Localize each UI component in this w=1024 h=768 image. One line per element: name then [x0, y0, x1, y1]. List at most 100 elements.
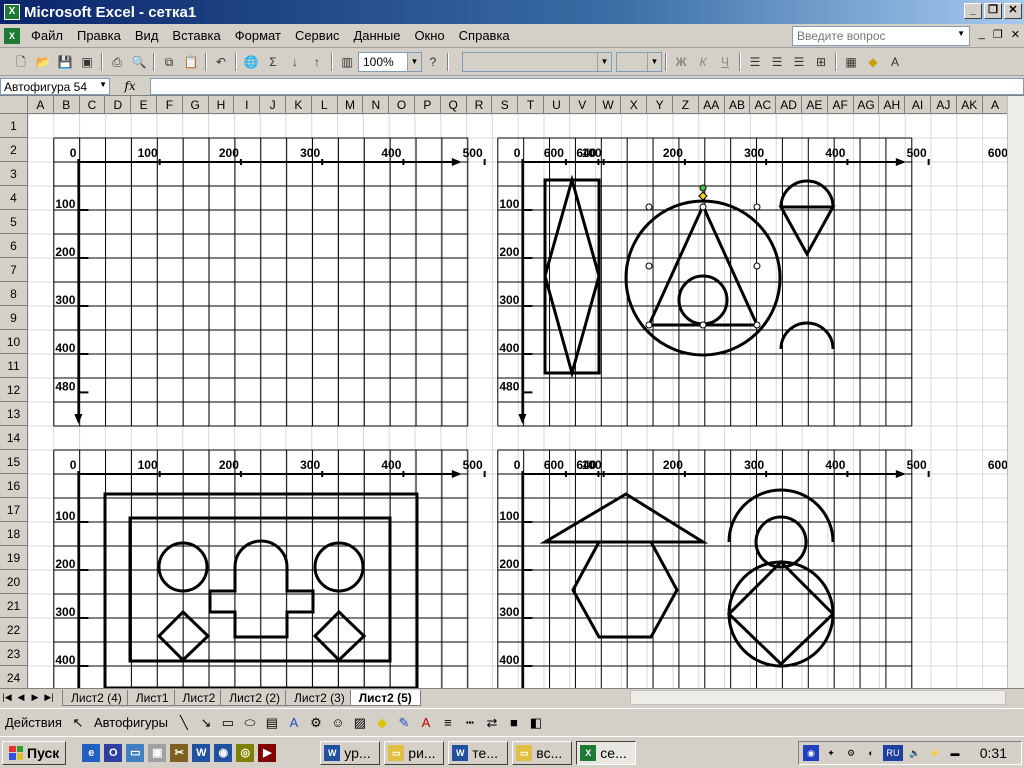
row-header[interactable]: 9 [0, 306, 28, 330]
permission-icon[interactable]: ▣ [77, 52, 97, 72]
3d-icon[interactable]: ◧ [527, 714, 545, 732]
clipart-icon[interactable]: ☺ [329, 714, 347, 732]
last-sheet-button[interactable]: ▶| [42, 692, 56, 703]
column-header[interactable]: B [53, 96, 80, 114]
column-header[interactable]: AF [827, 96, 854, 114]
select-pointer-icon[interactable]: ↖ [69, 714, 87, 732]
row-header[interactable]: 1 [0, 114, 28, 138]
align-left-icon[interactable]: ☰ [745, 52, 765, 72]
horizontal-scrollbar[interactable] [630, 690, 1006, 705]
bold-button[interactable]: Ж [671, 52, 691, 72]
doc-minimize-button[interactable]: _ [979, 28, 985, 41]
column-header[interactable]: I [234, 96, 261, 114]
row-header[interactable]: 8 [0, 282, 28, 306]
column-header[interactable]: AC [750, 96, 777, 114]
menu-tools[interactable]: Сервис [288, 25, 347, 47]
column-header[interactable]: Z [673, 96, 699, 114]
first-sheet-button[interactable]: |◀ [0, 692, 14, 703]
zoom-select[interactable]: 100% ▼ [358, 52, 422, 72]
name-box[interactable]: Автофигура 54 ▼ [0, 77, 110, 95]
sheet-tab-1[interactable]: Лист1 [126, 689, 178, 706]
row-header[interactable]: 17 [0, 498, 28, 522]
sort-desc-icon[interactable]: ↑ [307, 52, 327, 72]
antivirus-icon[interactable]: ✦ [823, 745, 839, 761]
monitor-icon[interactable]: ▬ [947, 745, 963, 761]
column-header[interactable]: K [286, 96, 312, 114]
restore-button[interactable]: ❐ [984, 3, 1002, 19]
row-header[interactable]: 11 [0, 354, 28, 378]
app-icon[interactable]: ▣ [148, 743, 167, 762]
shadow-icon[interactable]: ■ [505, 714, 523, 732]
column-header[interactable]: U [544, 96, 570, 114]
merge-icon[interactable]: ⊞ [811, 52, 831, 72]
row-header[interactable]: 22 [0, 618, 28, 642]
column-header[interactable]: D [105, 96, 132, 114]
row-header[interactable]: 21 [0, 594, 28, 618]
column-header[interactable]: C [79, 96, 106, 114]
row-header[interactable]: 12 [0, 378, 28, 402]
font-color-icon[interactable]: A [885, 52, 905, 72]
usb-icon[interactable]: ⚡ [927, 745, 943, 761]
diagram-icon[interactable]: ⚙ [307, 714, 325, 732]
task-button-1[interactable]: ▭ ри... [384, 740, 445, 765]
column-header[interactable]: AB [724, 96, 751, 114]
column-header[interactable]: AI [905, 96, 931, 114]
menu-window[interactable]: Окно [407, 25, 451, 47]
line-icon[interactable]: ╲ [175, 714, 193, 732]
column-header[interactable]: AK [956, 96, 983, 114]
rectangle-icon[interactable]: ▭ [219, 714, 237, 732]
formula-input[interactable] [150, 77, 1024, 95]
task-button-4[interactable]: Xсе... [576, 740, 637, 765]
undo-icon[interactable]: ↶ [211, 52, 231, 72]
picture-icon[interactable]: ▨ [351, 714, 369, 732]
fill-color-icon[interactable]: ◆ [863, 52, 883, 72]
prev-sheet-button[interactable]: ◀ [14, 692, 28, 703]
fx-icon[interactable]: fx [110, 79, 150, 93]
task-button-2[interactable]: Wте... [448, 740, 509, 765]
outlook-icon[interactable]: O [104, 743, 123, 762]
autoshapes-menu[interactable]: Автофигуры [94, 715, 168, 730]
column-header[interactable]: E [131, 96, 157, 114]
column-header[interactable]: AH [879, 96, 906, 114]
save-icon[interactable]: 💾 [55, 52, 75, 72]
row-header[interactable]: 24 [0, 666, 28, 688]
column-header[interactable]: V [569, 96, 596, 114]
column-header[interactable]: O [389, 96, 415, 114]
print-icon[interactable]: ⎙ [107, 52, 127, 72]
wordart-icon[interactable]: A [285, 714, 303, 732]
document-icon[interactable]: X [4, 27, 20, 44]
close-button[interactable]: ✕ [1004, 3, 1022, 19]
column-header[interactable]: Q [440, 96, 467, 114]
row-header[interactable]: 15 [0, 450, 28, 474]
font-color-icon[interactable]: A [417, 714, 435, 732]
print-preview-icon[interactable]: 🔍 [129, 52, 149, 72]
app-icon-4[interactable]: ▶ [258, 743, 277, 762]
word-icon[interactable]: W [192, 743, 211, 762]
row-header[interactable]: 14 [0, 426, 28, 450]
menu-data[interactable]: Данные [346, 25, 407, 47]
column-header[interactable]: AA [698, 96, 725, 114]
align-right-icon[interactable]: ☰ [789, 52, 809, 72]
row-header[interactable]: 6 [0, 234, 28, 258]
row-header[interactable]: 5 [0, 210, 28, 234]
fill-color-icon[interactable]: ◆ [373, 714, 391, 732]
tool-icon[interactable]: ⚙ [843, 745, 859, 761]
paste-icon[interactable]: 📋 [181, 52, 201, 72]
row-header[interactable]: 19 [0, 546, 28, 570]
column-header[interactable]: W [595, 96, 622, 114]
minimize-button[interactable]: _ [964, 3, 982, 19]
autosum-icon[interactable]: Σ [263, 52, 283, 72]
oval-icon[interactable]: ⬭ [241, 714, 259, 732]
menu-format[interactable]: Формат [228, 25, 288, 47]
row-header[interactable]: 13 [0, 402, 28, 426]
open-icon[interactable]: 📂 [33, 52, 53, 72]
row-header[interactable]: 4 [0, 186, 28, 210]
row-header[interactable]: 16 [0, 474, 28, 498]
menu-view[interactable]: Вид [128, 25, 166, 47]
column-header[interactable]: G [182, 96, 209, 114]
app-icon-2[interactable]: ◉ [214, 743, 233, 762]
column-header[interactable]: AD [776, 96, 802, 114]
column-header[interactable]: Y [647, 96, 673, 114]
column-header[interactable]: P [415, 96, 441, 114]
hyperlink-icon[interactable]: 🌐 [241, 52, 261, 72]
